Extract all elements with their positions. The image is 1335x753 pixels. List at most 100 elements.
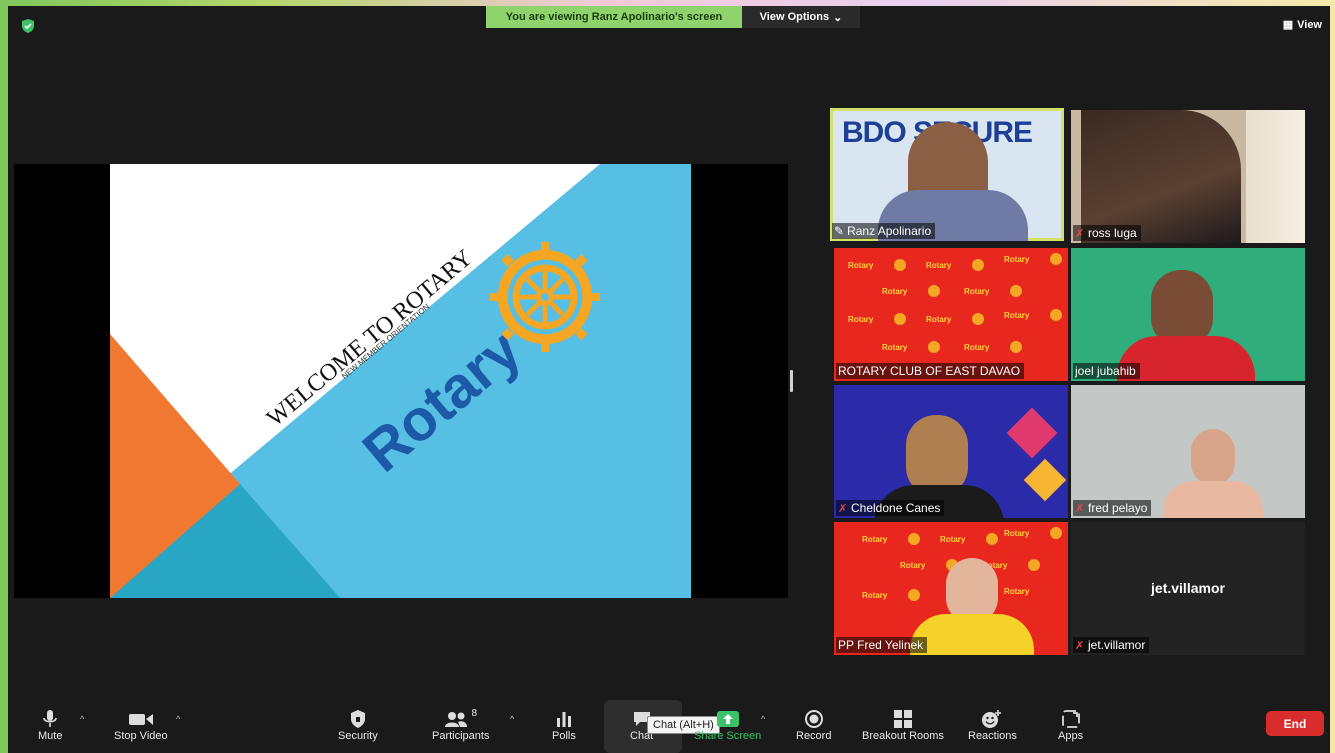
mute-button[interactable]: Mute: [38, 708, 62, 742]
svg-text:Rotary: Rotary: [964, 343, 990, 352]
participant-name: ROTARY CLUB OF EAST DAVAO: [838, 364, 1021, 378]
participant-name-label: ✎ Ranz Apolinario: [832, 223, 936, 239]
participants-options-caret[interactable]: ^: [510, 714, 514, 724]
security-button[interactable]: Security: [338, 708, 378, 742]
svg-text:Rotary: Rotary: [926, 261, 952, 270]
apps-button[interactable]: Apps: [1058, 708, 1083, 742]
rotary-pattern-background: Rotary Rotary Rotary Rotary Rotary Rotary Ro…: [848, 253, 1062, 353]
view-button[interactable]: ▦ View: [1282, 18, 1322, 32]
breakout-rooms-grid-icon: [893, 710, 912, 728]
presentation-slide: WELCOME TO ROTARY NEW MEMBER ORIENTATION…: [110, 164, 691, 598]
participant-name-label: ✗ fred pelayo: [1073, 500, 1152, 516]
participant-name-label: ✗ Cheldone Canes: [836, 500, 945, 516]
security-shield-icon: [350, 710, 365, 728]
participants-button[interactable]: 8 Participants: [432, 708, 489, 742]
participants-label: Participants: [432, 730, 490, 742]
svg-text:Rotary: Rotary: [926, 315, 952, 324]
reactions-button[interactable]: Reactions: [968, 708, 1017, 742]
record-icon: [804, 710, 823, 728]
share-options-caret[interactable]: ^: [761, 714, 765, 724]
participant-name-label: ✗ ross luga: [1073, 225, 1141, 241]
chevron-down-icon: ⌄: [833, 11, 843, 24]
participant-display-name: jet.villamor: [1151, 580, 1225, 596]
participants-count: 8: [471, 708, 478, 719]
video-options-caret[interactable]: ^: [176, 714, 180, 724]
meeting-toolbar: Mute ^ Stop Video ^ Security 8 Participa…: [8, 700, 1330, 753]
encryption-shield-icon[interactable]: [20, 18, 36, 34]
participant-video: [1191, 429, 1235, 485]
rotary-wheel-logo: [489, 241, 601, 353]
participant-name-label: joel jubahib: [1073, 363, 1140, 379]
record-label: Record: [796, 730, 832, 742]
svg-text:Rotary: Rotary: [848, 261, 874, 270]
polls-button[interactable]: Polls: [552, 708, 576, 742]
participant-name: Ranz Apolinario: [847, 224, 932, 238]
participant-video: [1163, 481, 1263, 518]
record-button[interactable]: Record: [796, 708, 831, 742]
view-options-label: View Options: [759, 11, 830, 23]
participant-name-label: ROTARY CLUB OF EAST DAVAO: [836, 363, 1025, 379]
reactions-label: Reactions: [968, 730, 1017, 742]
participant-video: [1246, 110, 1305, 243]
pin-icon: ✎: [834, 224, 845, 238]
svg-text:Rotary: Rotary: [1004, 255, 1030, 264]
reactions-smiley-icon: [982, 710, 1002, 728]
participant-name: ross luga: [1088, 226, 1137, 240]
shared-screen: WELCOME TO ROTARY NEW MEMBER ORIENTATION…: [14, 164, 788, 598]
svg-text:Rotary: Rotary: [848, 315, 874, 324]
view-options-button[interactable]: View Options ⌄: [742, 6, 860, 28]
share-screen-label: Share Screen: [694, 730, 762, 742]
grid-icon: ▦: [1282, 19, 1294, 31]
mic-muted-icon: ✗: [1075, 503, 1085, 515]
polls-label: Polls: [552, 730, 576, 742]
security-label: Security: [338, 730, 378, 742]
participant-video: [1023, 458, 1067, 502]
mic-muted-icon: ✗: [1075, 228, 1085, 240]
svg-text:Rotary: Rotary: [900, 561, 926, 570]
view-label: View: [1297, 18, 1322, 31]
svg-text:Rotary: Rotary: [1004, 529, 1030, 538]
stop-video-label: Stop Video: [114, 730, 168, 742]
participant-tile[interactable]: BDO SECURE ✎ Ranz Apolinario: [830, 108, 1064, 241]
svg-text:Rotary: Rotary: [882, 343, 908, 352]
svg-text:Rotary: Rotary: [964, 287, 990, 296]
participant-tile[interactable]: jet.villamor ✗ jet.villamor: [1071, 522, 1305, 655]
svg-text:Rotary: Rotary: [1004, 311, 1030, 320]
participant-name-label: PP Fred Yelinek: [836, 637, 928, 653]
svg-text:Rotary: Rotary: [882, 287, 908, 296]
participant-name: joel jubahib: [1075, 364, 1136, 378]
participant-tile[interactable]: ✗ fred pelayo: [1071, 385, 1305, 518]
stop-video-button[interactable]: Stop Video: [114, 708, 168, 742]
breakout-rooms-button[interactable]: Breakout Rooms: [862, 708, 944, 742]
participant-video: [910, 614, 1034, 655]
apps-icon: [1061, 710, 1080, 728]
svg-text:Rotary: Rotary: [1004, 587, 1030, 596]
end-label: End: [1283, 716, 1307, 731]
breakout-rooms-label: Breakout Rooms: [862, 730, 944, 742]
viewing-screen-banner: You are viewing Ranz Apolinario's screen: [486, 6, 742, 28]
svg-text:Rotary: Rotary: [940, 535, 966, 544]
end-meeting-button[interactable]: End: [1266, 711, 1324, 736]
participant-name: PP Fred Yelinek: [838, 638, 924, 652]
participant-name: fred pelayo: [1088, 501, 1148, 515]
participant-tile[interactable]: Rotary Rotary Rotary Rotary Rotary Rotary Ro…: [834, 248, 1068, 381]
zoom-meeting-window: You are viewing Ranz Apolinario's screen…: [8, 6, 1330, 753]
polls-bar-icon: [556, 712, 571, 727]
mute-label: Mute: [38, 730, 63, 742]
microphone-icon: [43, 710, 58, 727]
participant-tile[interactable]: joel jubahib: [1071, 248, 1305, 381]
participant-tile[interactable]: Rotary Rotary Rotary Rotary Rotary Rotary Ro…: [834, 522, 1068, 655]
participant-name: Cheldone Canes: [851, 501, 941, 515]
apps-label: Apps: [1058, 730, 1084, 742]
slide-background: [110, 164, 691, 598]
share-screen-button[interactable]: Share Screen: [694, 708, 761, 742]
mute-options-caret[interactable]: ^: [80, 714, 84, 724]
participant-tile[interactable]: ✗ ross luga: [1071, 110, 1305, 243]
mic-muted-icon: ✗: [838, 503, 848, 515]
svg-text:Rotary: Rotary: [862, 535, 888, 544]
mic-muted-icon: ✗: [1075, 640, 1085, 652]
splitter-handle[interactable]: [790, 370, 793, 392]
participant-video: [1006, 407, 1058, 459]
participant-name-label: ✗ jet.villamor: [1073, 637, 1150, 653]
participant-tile[interactable]: ✗ Cheldone Canes: [834, 385, 1068, 518]
